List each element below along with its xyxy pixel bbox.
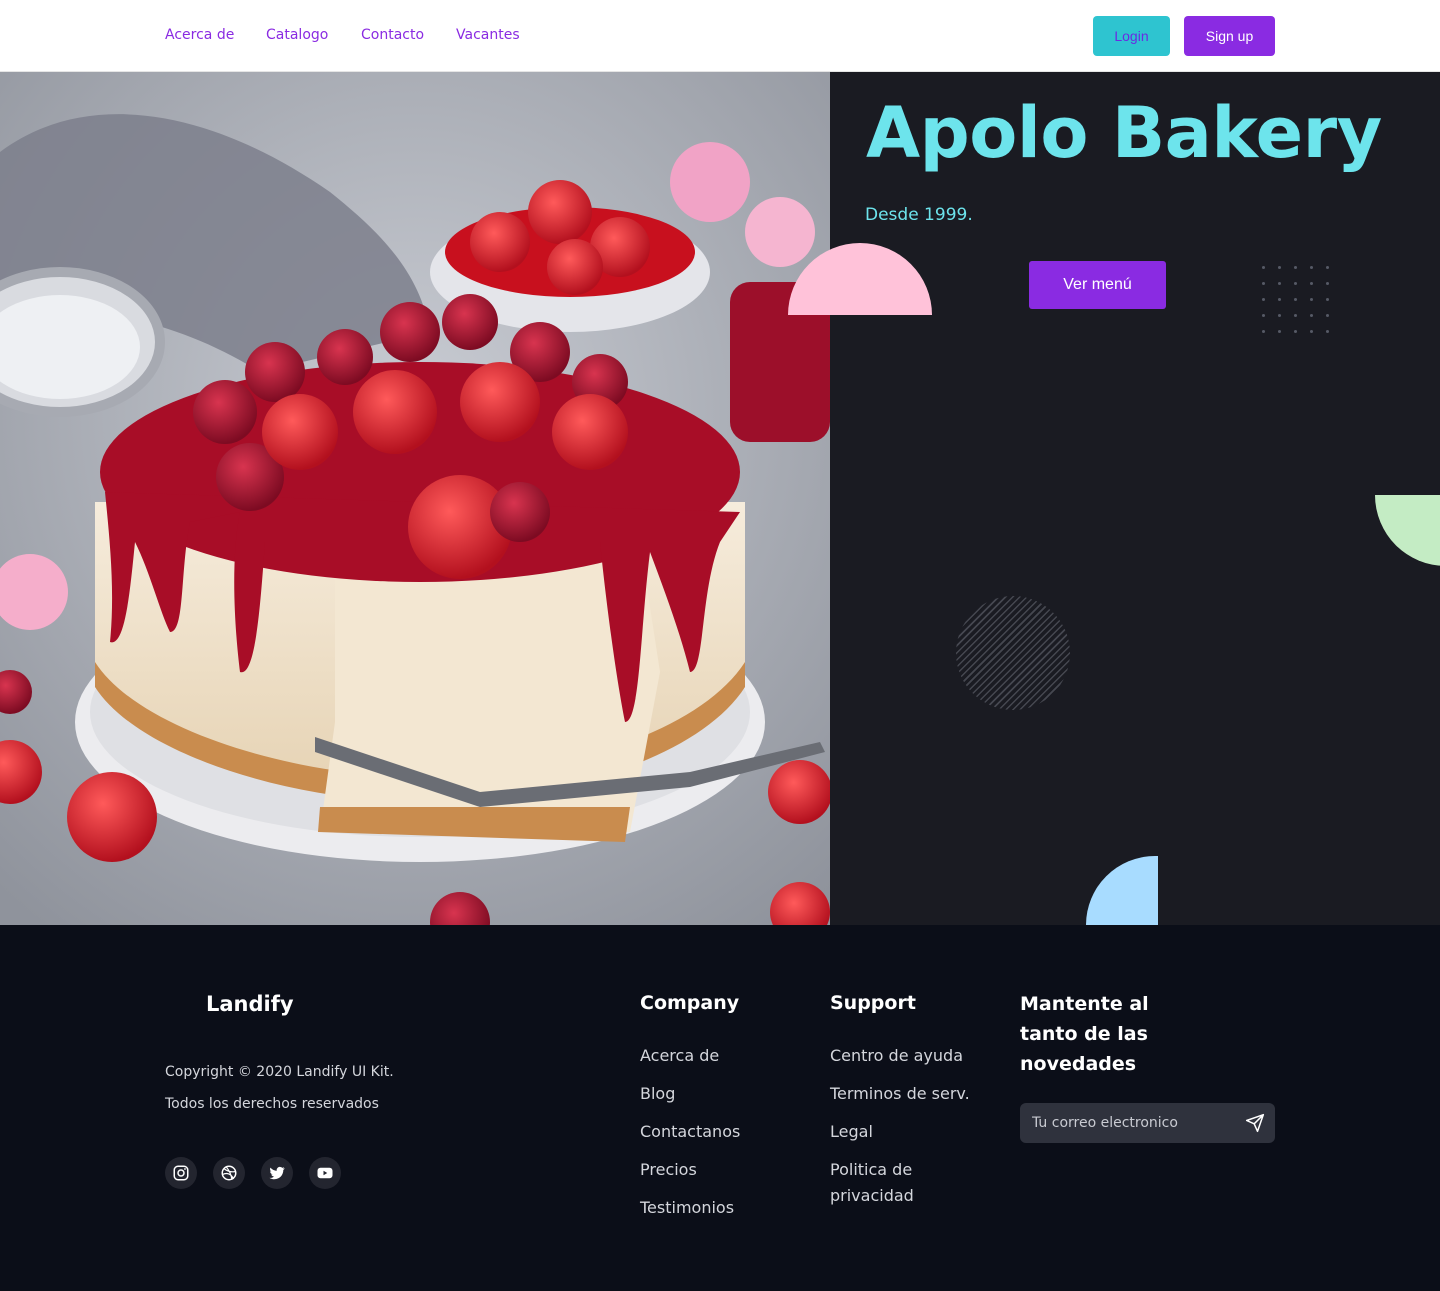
footer-copyright: Copyright © 2020 Landify UI Kit. bbox=[165, 1064, 394, 1080]
instagram-link[interactable] bbox=[165, 1157, 197, 1189]
nav-link-vacantes[interactable]: Vacantes bbox=[456, 27, 520, 43]
login-button[interactable]: Login bbox=[1093, 16, 1170, 56]
email-input[interactable] bbox=[1032, 1103, 1242, 1143]
decorative-dot bbox=[1310, 314, 1313, 317]
decorative-dot bbox=[1262, 298, 1265, 301]
footer-link-terminos[interactable]: Terminos de serv. bbox=[830, 1081, 970, 1107]
instagram-icon bbox=[173, 1165, 189, 1181]
send-button[interactable] bbox=[1245, 1113, 1265, 1133]
decorative-dot bbox=[1294, 314, 1297, 317]
nav-link-catalogo[interactable]: Catalogo bbox=[266, 27, 328, 43]
hero-panel bbox=[830, 72, 1440, 925]
decorative-dot bbox=[1310, 298, 1313, 301]
cheesecake-photo-icon bbox=[0, 72, 830, 925]
decorative-dot bbox=[1278, 314, 1281, 317]
decorative-dot bbox=[1326, 330, 1329, 333]
youtube-link[interactable] bbox=[309, 1157, 341, 1189]
decorative-dot bbox=[1310, 266, 1313, 269]
dribbble-link[interactable] bbox=[213, 1157, 245, 1189]
decorative-dot bbox=[1262, 266, 1265, 269]
decorative-dot bbox=[1294, 298, 1297, 301]
footer-rights: Todos los derechos reservados bbox=[165, 1096, 379, 1112]
youtube-icon bbox=[317, 1167, 333, 1179]
send-icon bbox=[1245, 1113, 1265, 1133]
decorative-dot bbox=[1278, 266, 1281, 269]
footer-link-blog[interactable]: Blog bbox=[640, 1081, 675, 1107]
footer-link-acerca[interactable]: Acerca de bbox=[640, 1043, 719, 1069]
footer-link-privacidad[interactable]: Politica de privacidad bbox=[830, 1157, 970, 1209]
hero-subtitle: Desde 1999. bbox=[865, 205, 973, 225]
decorative-dot bbox=[1262, 282, 1265, 285]
footer-link-precios[interactable]: Precios bbox=[640, 1157, 697, 1183]
signup-button[interactable]: Sign up bbox=[1184, 16, 1275, 56]
decorative-dot bbox=[1278, 330, 1281, 333]
footer-support-title: Support bbox=[830, 992, 916, 1014]
decorative-dot bbox=[1278, 282, 1281, 285]
footer-brand-logo[interactable]: Landify bbox=[206, 992, 294, 1016]
twitter-icon bbox=[269, 1166, 285, 1180]
nav-link-acerca[interactable]: Acerca de bbox=[165, 27, 234, 43]
footer-link-contactanos[interactable]: Contactanos bbox=[640, 1119, 740, 1145]
footer-link-legal[interactable]: Legal bbox=[830, 1119, 873, 1145]
decorative-dot-grid bbox=[1262, 266, 1334, 338]
footer-link-testimonios[interactable]: Testimonios bbox=[640, 1195, 734, 1221]
view-menu-button[interactable]: Ver menú bbox=[1029, 261, 1166, 309]
decorative-dot bbox=[1310, 330, 1313, 333]
decorative-dot bbox=[1326, 298, 1329, 301]
newsletter-form bbox=[1020, 1103, 1275, 1143]
decorative-dot bbox=[1294, 266, 1297, 269]
decorative-hatched-circle bbox=[956, 596, 1070, 710]
decorative-dot bbox=[1326, 266, 1329, 269]
decorative-dot bbox=[1326, 314, 1329, 317]
dribbble-icon bbox=[221, 1165, 237, 1181]
decorative-dot bbox=[1310, 282, 1313, 285]
decorative-dot bbox=[1326, 282, 1329, 285]
footer-link-ayuda[interactable]: Centro de ayuda bbox=[830, 1043, 963, 1069]
nav-link-contacto[interactable]: Contacto bbox=[361, 27, 424, 43]
footer-company-title: Company bbox=[640, 992, 740, 1014]
decorative-dot bbox=[1294, 330, 1297, 333]
decorative-dot bbox=[1294, 282, 1297, 285]
decorative-dot bbox=[1262, 330, 1265, 333]
decorative-dot bbox=[1278, 298, 1281, 301]
decorative-dot bbox=[1262, 314, 1265, 317]
twitter-link[interactable] bbox=[261, 1157, 293, 1189]
newsletter-title: Mantente al tanto de las novedades bbox=[1020, 993, 1149, 1075]
hero-cheesecake-image bbox=[0, 72, 830, 925]
hero-title: Apolo Bakery bbox=[866, 92, 1382, 174]
top-navbar: Acerca de Catalogo Contacto Vacantes Log… bbox=[0, 0, 1440, 72]
